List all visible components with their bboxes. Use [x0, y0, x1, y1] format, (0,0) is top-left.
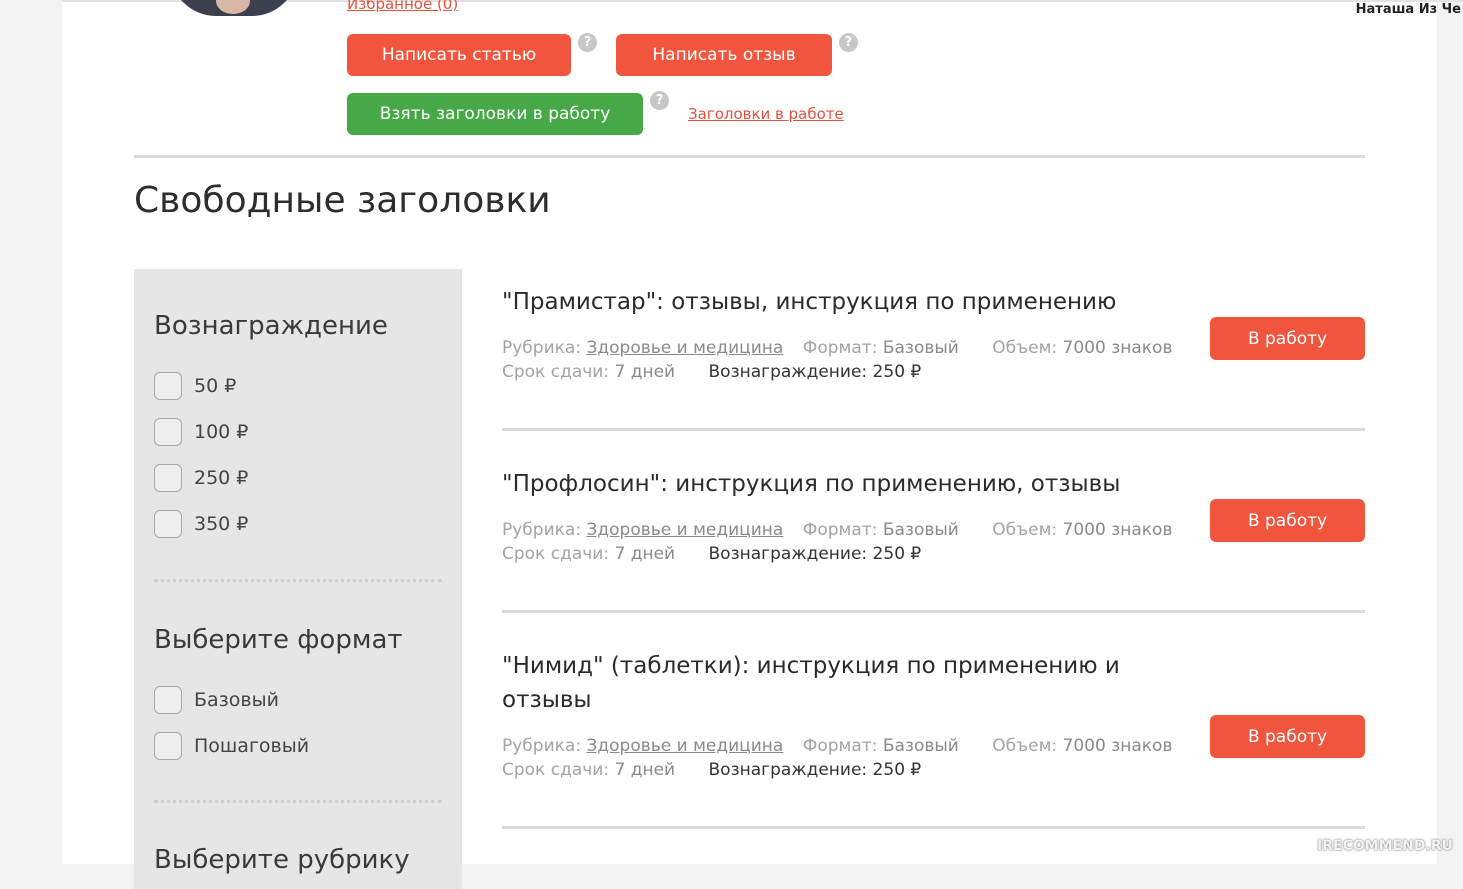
deadline-label: Срок сдачи:: [502, 760, 610, 780]
volume-value: 7000 знаков: [1062, 338, 1173, 358]
checkbox[interactable]: [154, 510, 182, 538]
reward-value: Вознаграждение: 250 ₽: [708, 544, 922, 564]
titles-in-work-link[interactable]: Заголовки в работе: [688, 105, 844, 123]
page-container: Избранное (0) Написать статью ? Написать…: [62, 0, 1463, 889]
checkbox[interactable]: [154, 418, 182, 446]
deadline-label: Срок сдачи:: [502, 544, 610, 564]
volume-value: 7000 знаков: [1062, 520, 1173, 540]
rubric-label: Рубрика:: [502, 338, 582, 358]
take-to-work-button[interactable]: В работу: [1210, 317, 1365, 360]
item-meta-2: Срок сдачи: 7 дней Вознаграждение: 250 ₽: [502, 544, 921, 564]
format-value: Базовый: [882, 338, 959, 358]
rubric-filter-title: Выберите рубрику: [154, 845, 410, 875]
volume-label: Объем:: [992, 736, 1058, 756]
reward-option-100[interactable]: 100 ₽: [154, 418, 248, 446]
take-to-work-button[interactable]: В работу: [1210, 715, 1365, 758]
item-title[interactable]: "Прамистар": отзывы, инструкция по приме…: [502, 285, 1142, 319]
checkbox[interactable]: [154, 372, 182, 400]
option-label: 350 ₽: [194, 513, 249, 535]
option-label: Базовый: [194, 689, 279, 711]
header-divider: [134, 155, 1365, 158]
filter-divider: [154, 579, 442, 582]
volume-value: 7000 знаков: [1062, 736, 1173, 756]
filter-divider: [154, 800, 442, 803]
deadline-value: 7 дней: [614, 362, 676, 382]
favorites-link[interactable]: Избранное (0): [347, 0, 458, 13]
volume-label: Объем:: [992, 520, 1058, 540]
reward-option-250[interactable]: 250 ₽: [154, 464, 248, 492]
format-value: Базовый: [882, 736, 959, 756]
reward-option-50[interactable]: 50 ₽: [154, 372, 236, 400]
avatar[interactable]: [170, 0, 298, 16]
rubric-link[interactable]: Здоровье и медицина: [586, 520, 783, 540]
page-title: Свободные заголовки: [134, 180, 551, 221]
format-option-basic[interactable]: Базовый: [154, 686, 279, 714]
checkbox[interactable]: [154, 732, 182, 760]
item-meta: Рубрика: Здоровье и медицина Формат: Баз…: [502, 520, 1172, 540]
reward-filter-title: Вознаграждение: [154, 311, 388, 341]
rubric-link[interactable]: Здоровье и медицина: [586, 736, 783, 756]
item-title[interactable]: "Профлосин": инструкция по применению, о…: [502, 467, 1142, 501]
write-review-button[interactable]: Написать отзыв: [616, 34, 832, 76]
help-icon[interactable]: ?: [839, 33, 858, 52]
rubric-label: Рубрика:: [502, 520, 582, 540]
deadline-value: 7 дней: [614, 544, 676, 564]
item-meta: Рубрика: Здоровье и медицина Формат: Баз…: [502, 736, 1172, 756]
reward-value: Вознаграждение: 250 ₽: [708, 760, 922, 780]
format-label: Формат:: [802, 736, 878, 756]
take-titles-button[interactable]: Взять заголовки в работу: [347, 93, 643, 135]
take-to-work-button[interactable]: В работу: [1210, 499, 1365, 542]
help-icon[interactable]: ?: [578, 33, 597, 52]
write-article-button[interactable]: Написать статью: [347, 34, 571, 76]
user-name[interactable]: Наташа Из Че: [1356, 2, 1461, 17]
reward-option-350[interactable]: 350 ₽: [154, 510, 248, 538]
format-value: Базовый: [882, 520, 959, 540]
option-label: 50 ₽: [194, 375, 237, 397]
help-icon[interactable]: ?: [650, 91, 669, 110]
checkbox[interactable]: [154, 464, 182, 492]
checkbox[interactable]: [154, 686, 182, 714]
format-option-stepwise[interactable]: Пошаговый: [154, 732, 309, 760]
option-label: 250 ₽: [194, 467, 249, 489]
item-meta-2: Срок сдачи: 7 дней Вознаграждение: 250 ₽: [502, 760, 921, 780]
option-label: Пошаговый: [194, 735, 310, 757]
item-divider: [502, 610, 1365, 613]
filters-sidebar: Вознаграждение 50 ₽ 100 ₽ 250 ₽ 350 ₽ Вы…: [134, 269, 462, 889]
reward-value: Вознаграждение: 250 ₽: [708, 362, 922, 382]
watermark-logo: IRECOMMEND.RU: [1317, 838, 1453, 854]
deadline-value: 7 дней: [614, 760, 676, 780]
option-label: 100 ₽: [194, 421, 249, 443]
item-meta-2: Срок сдачи: 7 дней Вознаграждение: 250 ₽: [502, 362, 921, 382]
format-label: Формат:: [802, 338, 878, 358]
volume-label: Объем:: [992, 338, 1058, 358]
deadline-label: Срок сдачи:: [502, 362, 610, 382]
item-meta: Рубрика: Здоровье и медицина Формат: Баз…: [502, 338, 1172, 358]
item-divider: [502, 428, 1365, 431]
format-label: Формат:: [802, 520, 878, 540]
item-divider: [502, 826, 1365, 829]
rubric-link[interactable]: Здоровье и медицина: [586, 338, 783, 358]
item-title[interactable]: "Нимид" (таблетки): инструкция по примен…: [502, 649, 1142, 717]
format-filter-title: Выберите формат: [154, 625, 403, 655]
rubric-label: Рубрика:: [502, 736, 582, 756]
